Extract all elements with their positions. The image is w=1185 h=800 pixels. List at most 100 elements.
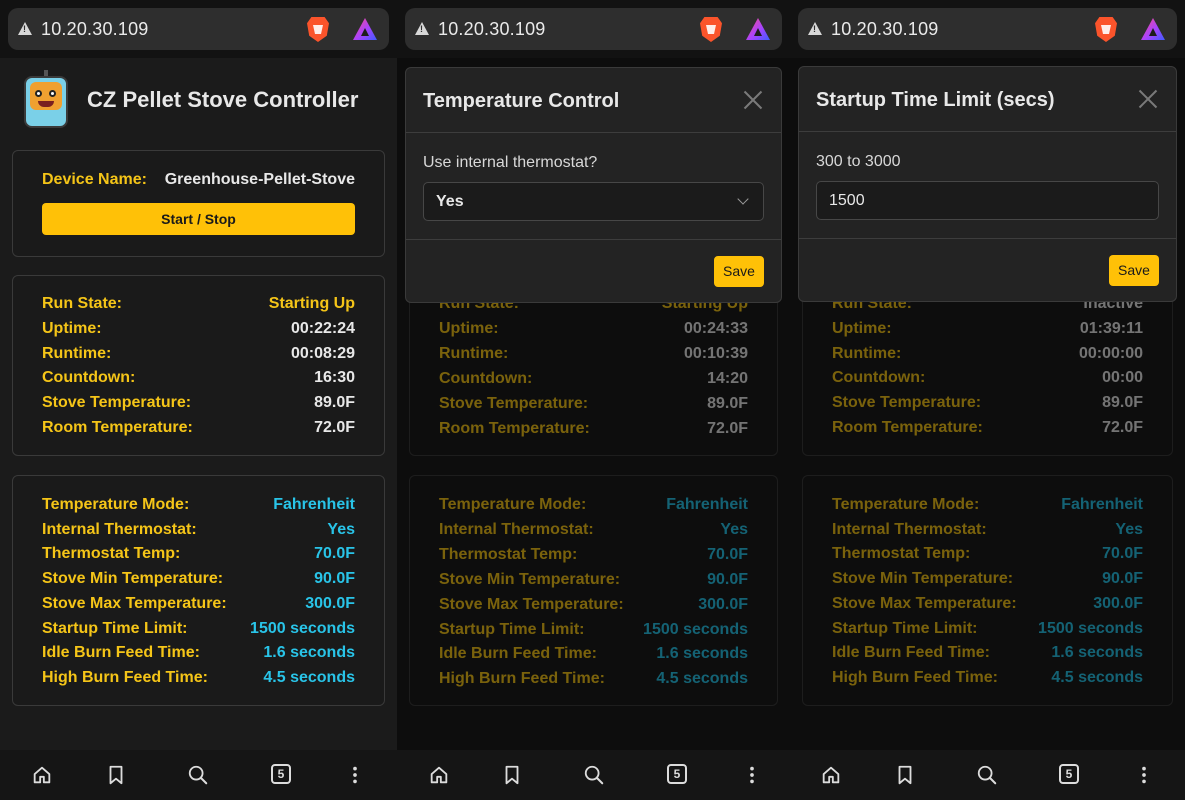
close-icon[interactable]	[1138, 89, 1158, 109]
thermostat-value[interactable]: Yes	[327, 521, 355, 539]
max-temp-row[interactable]: Stove Max Temperature: 300.0F	[42, 595, 355, 615]
min-temp-label: Stove Min Temperature:	[42, 570, 224, 587]
modal-footer: Save	[799, 238, 1176, 301]
start-stop-button[interactable]: Start / Stop	[42, 203, 355, 235]
home-icon[interactable]	[820, 764, 842, 786]
room-temp-value: 72.0F	[314, 419, 355, 436]
brave-rewards-icon[interactable]	[353, 18, 377, 40]
close-icon[interactable]	[743, 90, 763, 110]
thermostat-question: Use internal thermostat?	[423, 154, 598, 171]
runtime-row: Runtime: 00:08:29	[42, 345, 355, 365]
modal-title: Startup Time Limit (secs)	[816, 89, 1055, 111]
screen-temperature-modal: 10.20.30.109 Run State:Starting Up Uptim…	[397, 0, 790, 800]
startup-limit-input[interactable]	[816, 181, 1159, 220]
idle-feed-value[interactable]: 1.6 seconds	[263, 644, 355, 662]
high-feed-row[interactable]: High Burn Feed Time: 4.5 seconds	[42, 669, 355, 689]
run-state-value: Starting Up	[268, 295, 355, 312]
tabs-button[interactable]: 5	[667, 764, 687, 784]
browser-bottom-nav: 5	[0, 750, 397, 800]
menu-icon[interactable]	[344, 764, 366, 786]
room-temp-label: Room Temperature:	[42, 419, 193, 436]
idle-feed-row[interactable]: Idle Burn Feed Time: 1.6 seconds	[42, 644, 355, 664]
save-button[interactable]: Save	[1109, 255, 1159, 286]
app-header: CZ Pellet Stove Controller	[0, 58, 397, 142]
warning-icon[interactable]	[18, 22, 32, 35]
browser-bottom-nav: 5	[397, 750, 790, 800]
temp-mode-value[interactable]: Fahrenheit	[273, 496, 355, 514]
menu-icon[interactable]	[741, 764, 763, 786]
address-bar[interactable]: 10.20.30.109	[798, 8, 1177, 50]
url-text[interactable]: 10.20.30.109	[831, 19, 939, 40]
browser-top-bar: 10.20.30.109	[397, 0, 790, 58]
page-title: CZ Pellet Stove Controller	[87, 87, 359, 112]
high-feed-label: High Burn Feed Time:	[42, 669, 208, 686]
screen-startup-limit-modal: 10.20.30.109 Run State:Inactive Uptime:0…	[790, 0, 1185, 800]
thermostat-select[interactable]: Yes	[423, 182, 764, 221]
warning-icon[interactable]	[808, 22, 822, 35]
brave-rewards-icon[interactable]	[1141, 18, 1165, 40]
run-state-row: Run State: Starting Up	[42, 295, 355, 315]
bookmark-icon[interactable]	[105, 764, 127, 786]
temp-mode-row[interactable]: Temperature Mode: Fahrenheit	[42, 496, 355, 516]
app-logo	[18, 70, 74, 130]
max-temp-label: Stove Max Temperature:	[42, 595, 227, 612]
stove-temp-label: Stove Temperature:	[42, 394, 192, 411]
run-state-label: Run State:	[42, 295, 122, 312]
screen-main: 10.20.30.109 CZ Pellet Stove Controller …	[0, 0, 397, 800]
bookmark-icon[interactable]	[894, 764, 916, 786]
room-temp-row: Room Temperature: 72.0F	[42, 419, 355, 439]
min-temp-value[interactable]: 90.0F	[314, 570, 355, 588]
countdown-row: Countdown: 16:30	[42, 369, 355, 389]
startup-limit-row[interactable]: Startup Time Limit: 1500 seconds	[42, 620, 355, 640]
brave-rewards-icon[interactable]	[746, 18, 770, 40]
idle-feed-label: Idle Burn Feed Time:	[42, 644, 200, 661]
home-icon[interactable]	[31, 764, 53, 786]
search-icon[interactable]	[583, 764, 605, 786]
modal-header: Temperature Control	[406, 68, 781, 133]
modal-footer: Save	[406, 239, 781, 302]
uptime-value: 00:22:24	[290, 320, 355, 337]
search-icon[interactable]	[187, 764, 209, 786]
temperature-control-modal: Temperature Control Use internal thermos…	[405, 67, 782, 303]
save-button[interactable]: Save	[714, 256, 764, 287]
thermostat-label: Internal Thermostat:	[42, 521, 197, 538]
tabs-button[interactable]: 5	[1059, 764, 1079, 784]
warning-icon[interactable]	[415, 22, 429, 35]
startup-limit-value[interactable]: 1500 seconds	[250, 620, 355, 638]
runtime-label: Runtime:	[42, 345, 112, 362]
stove-temp-value: 89.0F	[314, 394, 355, 411]
url-text[interactable]: 10.20.30.109	[41, 19, 149, 40]
bookmark-icon[interactable]	[501, 764, 523, 786]
countdown-label: Countdown:	[42, 369, 136, 386]
max-temp-value[interactable]: 300.0F	[305, 595, 355, 613]
high-feed-value[interactable]: 4.5 seconds	[263, 669, 355, 687]
thermostat-temp-row[interactable]: Thermostat Temp: 70.0F	[42, 545, 355, 565]
browser-top-bar: 10.20.30.109	[0, 0, 397, 58]
brave-shield-icon[interactable]	[700, 17, 722, 42]
thermostat-temp-value[interactable]: 70.0F	[314, 545, 355, 563]
brave-shield-icon[interactable]	[1095, 17, 1117, 42]
browser-bottom-nav: 5	[790, 750, 1185, 800]
uptime-row: Uptime: 00:22:24	[42, 320, 355, 340]
menu-icon[interactable]	[1133, 764, 1155, 786]
address-bar[interactable]: 10.20.30.109	[8, 8, 389, 50]
uptime-label: Uptime:	[42, 320, 102, 337]
address-bar[interactable]: 10.20.30.109	[405, 8, 782, 50]
device-card: Device Name: Greenhouse-Pellet-Stove Sta…	[12, 150, 385, 257]
tabs-button[interactable]: 5	[271, 764, 291, 784]
chevron-down-icon	[737, 193, 749, 205]
config-card: Temperature Mode: Fahrenheit Internal The…	[12, 475, 385, 706]
runtime-value: 00:08:29	[290, 345, 355, 362]
search-icon[interactable]	[976, 764, 998, 786]
home-icon[interactable]	[428, 764, 450, 786]
brave-shield-icon[interactable]	[307, 17, 329, 42]
thermostat-temp-label: Thermostat Temp:	[42, 545, 181, 562]
device-name-label: Device Name:	[42, 171, 147, 188]
range-hint: 300 to 3000	[816, 153, 901, 170]
device-name-row: Device Name: Greenhouse-Pellet-Stove	[42, 171, 355, 191]
url-text[interactable]: 10.20.30.109	[438, 19, 546, 40]
device-name-value: Greenhouse-Pellet-Stove	[164, 171, 355, 188]
temp-mode-label: Temperature Mode:	[42, 496, 190, 513]
thermostat-row[interactable]: Internal Thermostat: Yes	[42, 521, 355, 541]
min-temp-row[interactable]: Stove Min Temperature: 90.0F	[42, 570, 355, 590]
